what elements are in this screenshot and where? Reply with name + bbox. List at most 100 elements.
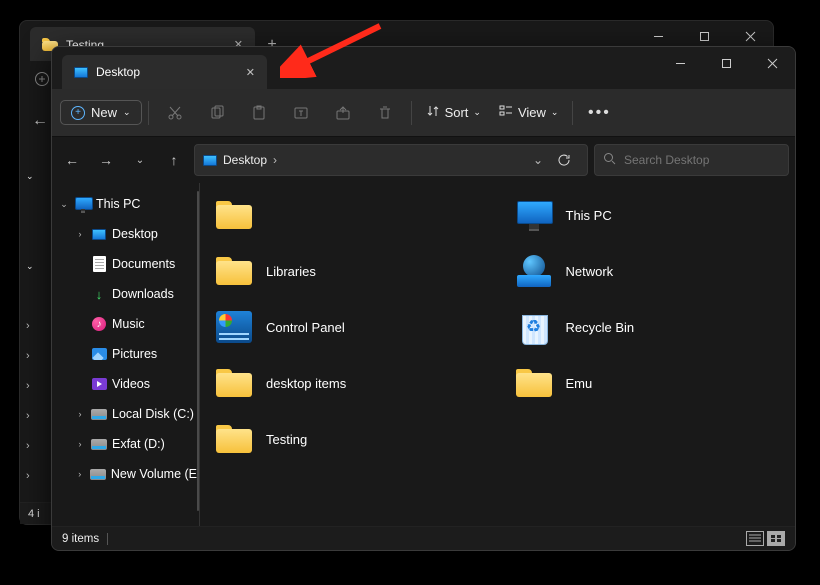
separator	[411, 101, 412, 125]
thumbnails-view-button[interactable]	[767, 531, 785, 546]
document-icon	[93, 256, 106, 272]
sidebar-label: New Volume (E	[111, 467, 197, 481]
separator	[572, 101, 573, 125]
forward-button[interactable]: →	[92, 145, 120, 175]
search-icon	[603, 152, 616, 168]
sidebar-item-pictures[interactable]: Pictures	[52, 339, 197, 369]
tab-close-icon[interactable]: ✕	[246, 66, 255, 79]
control-panel-icon	[216, 311, 252, 343]
file-label: desktop items	[266, 376, 346, 391]
paste-button[interactable]	[239, 96, 279, 130]
music-icon: ♪	[92, 317, 106, 331]
sidebar-label: Videos	[112, 377, 150, 391]
view-mode-buttons	[746, 531, 785, 546]
tab-desktop[interactable]: Desktop ✕	[62, 55, 267, 89]
file-item[interactable]: Control Panel	[208, 303, 488, 351]
file-label: This PC	[566, 208, 612, 223]
close-button[interactable]	[749, 47, 795, 79]
status-count: 9 items	[62, 533, 99, 545]
status-bar: 9 items	[52, 526, 795, 550]
file-label: Recycle Bin	[566, 320, 635, 335]
sidebar-label: Local Disk (C:)	[112, 407, 194, 421]
sort-icon	[426, 104, 440, 121]
file-item[interactable]: This PC	[508, 191, 788, 239]
disk-icon	[90, 469, 106, 480]
sidebar-item-localdisk[interactable]: ›Local Disk (C:)	[52, 399, 197, 429]
address-location: Desktop	[223, 153, 267, 167]
recent-button[interactable]: ⌄	[126, 145, 154, 175]
network-icon	[517, 255, 551, 287]
up-button[interactable]: ↑	[160, 145, 188, 175]
desktop-icon	[74, 67, 88, 78]
breadcrumb-separator: ›	[273, 153, 277, 167]
sidebar-item-downloads[interactable]: ↓ Downloads	[52, 279, 197, 309]
sort-button[interactable]: Sort ⌄	[418, 100, 489, 125]
file-label: Network	[566, 264, 614, 279]
folder-icon	[216, 257, 252, 285]
folder-icon	[216, 425, 252, 453]
chevron-down-icon: ⌄	[551, 107, 559, 118]
view-label: View	[518, 105, 546, 120]
view-icon	[499, 104, 513, 121]
sidebar-label: This PC	[96, 197, 140, 211]
address-history-button[interactable]: ⌄	[533, 153, 543, 167]
file-grid: This PC Libraries Network Control Panel …	[208, 191, 787, 463]
new-label: New	[91, 105, 117, 120]
file-label: Testing	[266, 432, 307, 447]
search-box[interactable]	[594, 144, 789, 176]
desktop-icon	[92, 229, 106, 240]
search-input[interactable]	[624, 153, 780, 167]
videos-icon	[92, 378, 107, 390]
file-item[interactable]: Recycle Bin	[508, 303, 788, 351]
sidebar[interactable]: ⌄ This PC ›Desktop Documents ↓Downloads …	[52, 183, 200, 526]
sidebar-item-videos[interactable]: Videos	[52, 369, 197, 399]
file-item[interactable]: Network	[508, 247, 788, 295]
new-button[interactable]: + New ⌄	[60, 100, 142, 125]
address-bar[interactable]: Desktop › ⌄	[194, 144, 588, 176]
file-item[interactable]: Testing	[208, 415, 488, 463]
view-button[interactable]: View ⌄	[491, 100, 567, 125]
cut-button[interactable]	[155, 96, 195, 130]
sidebar-item-newvolume[interactable]: ›New Volume (E	[52, 459, 197, 489]
file-content[interactable]: This PC Libraries Network Control Panel …	[200, 183, 795, 526]
desktop-icon	[203, 155, 217, 166]
maximize-button[interactable]	[703, 47, 749, 79]
sidebar-label: Downloads	[112, 287, 174, 301]
separator	[107, 533, 108, 545]
collapse-icon[interactable]: ⌄	[58, 199, 70, 210]
file-item[interactable]	[208, 191, 488, 239]
download-icon: ↓	[92, 287, 106, 301]
chevron-down-icon: ⌄	[473, 107, 481, 118]
disk-icon	[91, 409, 107, 420]
pc-icon	[75, 197, 91, 211]
rename-button[interactable]	[281, 96, 321, 130]
more-button[interactable]: •••	[579, 96, 619, 130]
details-view-button[interactable]	[746, 531, 764, 546]
back-button[interactable]: ←	[58, 145, 86, 175]
share-button[interactable]	[323, 96, 363, 130]
pc-icon	[517, 201, 551, 229]
file-label: Emu	[566, 376, 593, 391]
sidebar-item-music[interactable]: ♪Music	[52, 309, 197, 339]
file-item[interactable]: desktop items	[208, 359, 488, 407]
sidebar-item-thispc[interactable]: ⌄ This PC	[52, 189, 197, 219]
nav-row: ← → ⌄ ↑ Desktop › ⌄	[52, 137, 795, 183]
minimize-button[interactable]	[657, 47, 703, 79]
sidebar-item-documents[interactable]: Documents	[52, 249, 197, 279]
sidebar-label: Exfat (D:)	[112, 437, 165, 451]
toolbar: + New ⌄ Sort ⌄ View ⌄ •••	[52, 89, 795, 137]
bg-toolbar-icon	[34, 71, 50, 92]
delete-button[interactable]	[365, 96, 405, 130]
plus-circle-icon: +	[71, 106, 85, 120]
window-controls	[657, 47, 795, 79]
sidebar-item-exfat[interactable]: ›Exfat (D:)	[52, 429, 197, 459]
file-item[interactable]: Libraries	[208, 247, 488, 295]
copy-button[interactable]	[197, 96, 237, 130]
sidebar-item-desktop[interactable]: ›Desktop	[52, 219, 197, 249]
file-item[interactable]: Emu	[508, 359, 788, 407]
sidebar-label: Documents	[112, 257, 175, 271]
refresh-button[interactable]	[549, 145, 579, 175]
back-icon[interactable]: ←	[28, 112, 52, 130]
pictures-icon	[92, 348, 107, 360]
sidebar-label: Desktop	[112, 227, 158, 241]
